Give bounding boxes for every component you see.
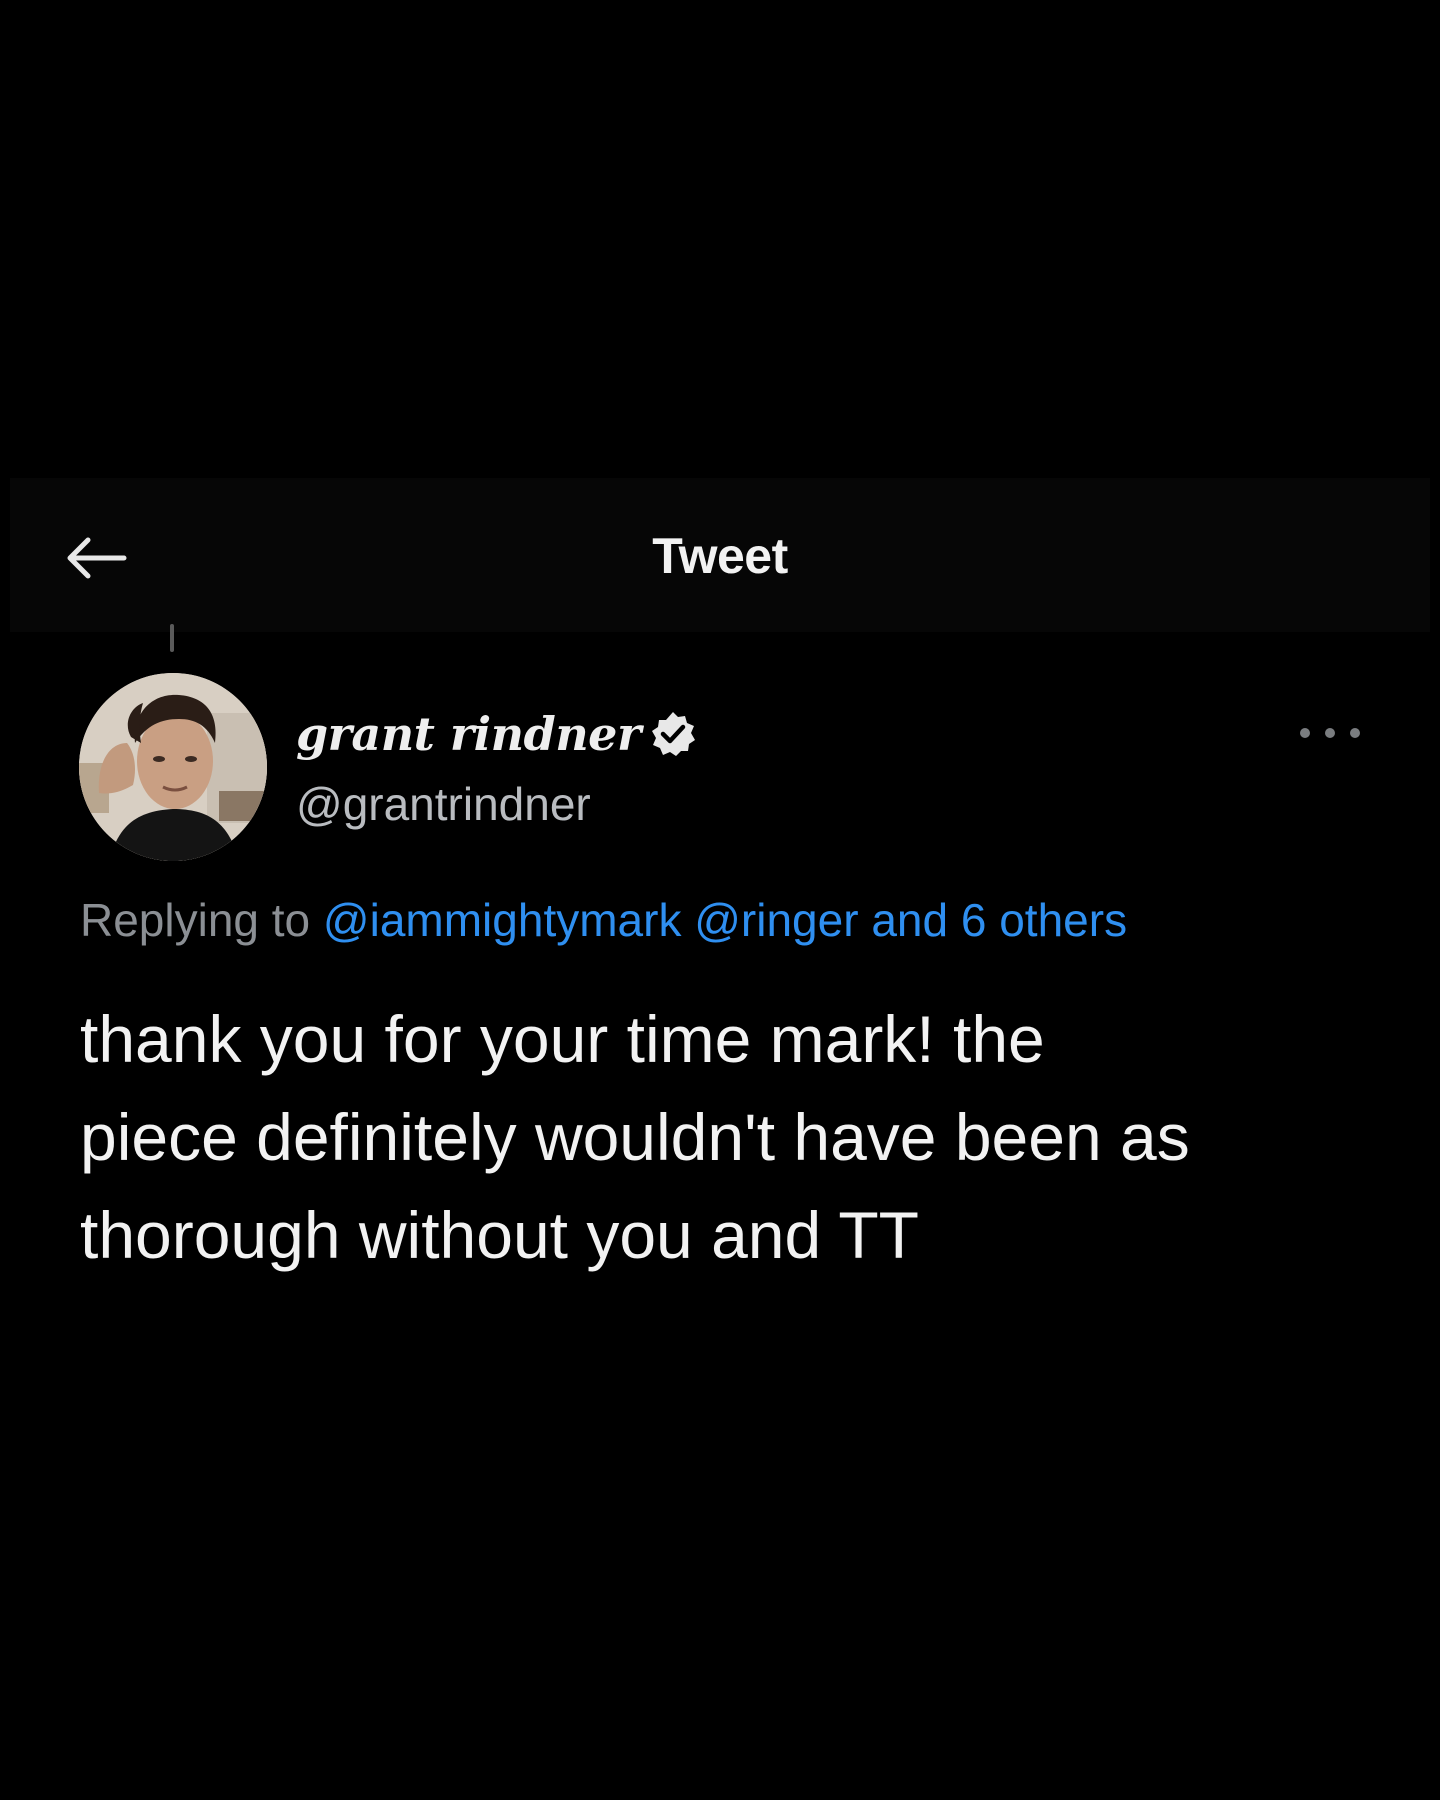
tweet-text-line: thorough without you and TT xyxy=(80,1198,919,1272)
tweet-text-line: piece definitely wouldn't have been as xyxy=(80,1100,1190,1174)
reply-others-link[interactable]: and 6 others xyxy=(871,894,1127,946)
tweet-text: thank you for your time mark! the piece … xyxy=(80,990,1400,1284)
thread-connector-line xyxy=(170,624,174,652)
replying-to-line: Replying to @iammightymark @ringer and 6… xyxy=(80,888,1127,952)
author-name-row[interactable]: grant rindner xyxy=(296,706,697,762)
tweet-text-line: thank you for your time mark! the xyxy=(80,1002,1045,1076)
more-horizontal-icon-dot xyxy=(1300,728,1310,738)
author-handle[interactable]: @grantrindner xyxy=(296,776,591,832)
mention-ringer[interactable]: @ringer xyxy=(694,894,858,946)
mention-iammightymark[interactable]: @iammightymark xyxy=(323,894,682,946)
replying-to-label: Replying to xyxy=(80,894,311,946)
verified-badge-icon xyxy=(651,712,695,756)
page-title: Tweet xyxy=(652,528,788,584)
avatar-photo xyxy=(79,673,267,861)
author-display-name[interactable]: grant rindner xyxy=(296,706,641,762)
more-horizontal-icon-dot xyxy=(1350,728,1360,738)
more-horizontal-icon-dot xyxy=(1325,728,1335,738)
avatar[interactable] xyxy=(79,673,267,861)
more-options-button[interactable] xyxy=(1300,718,1360,748)
